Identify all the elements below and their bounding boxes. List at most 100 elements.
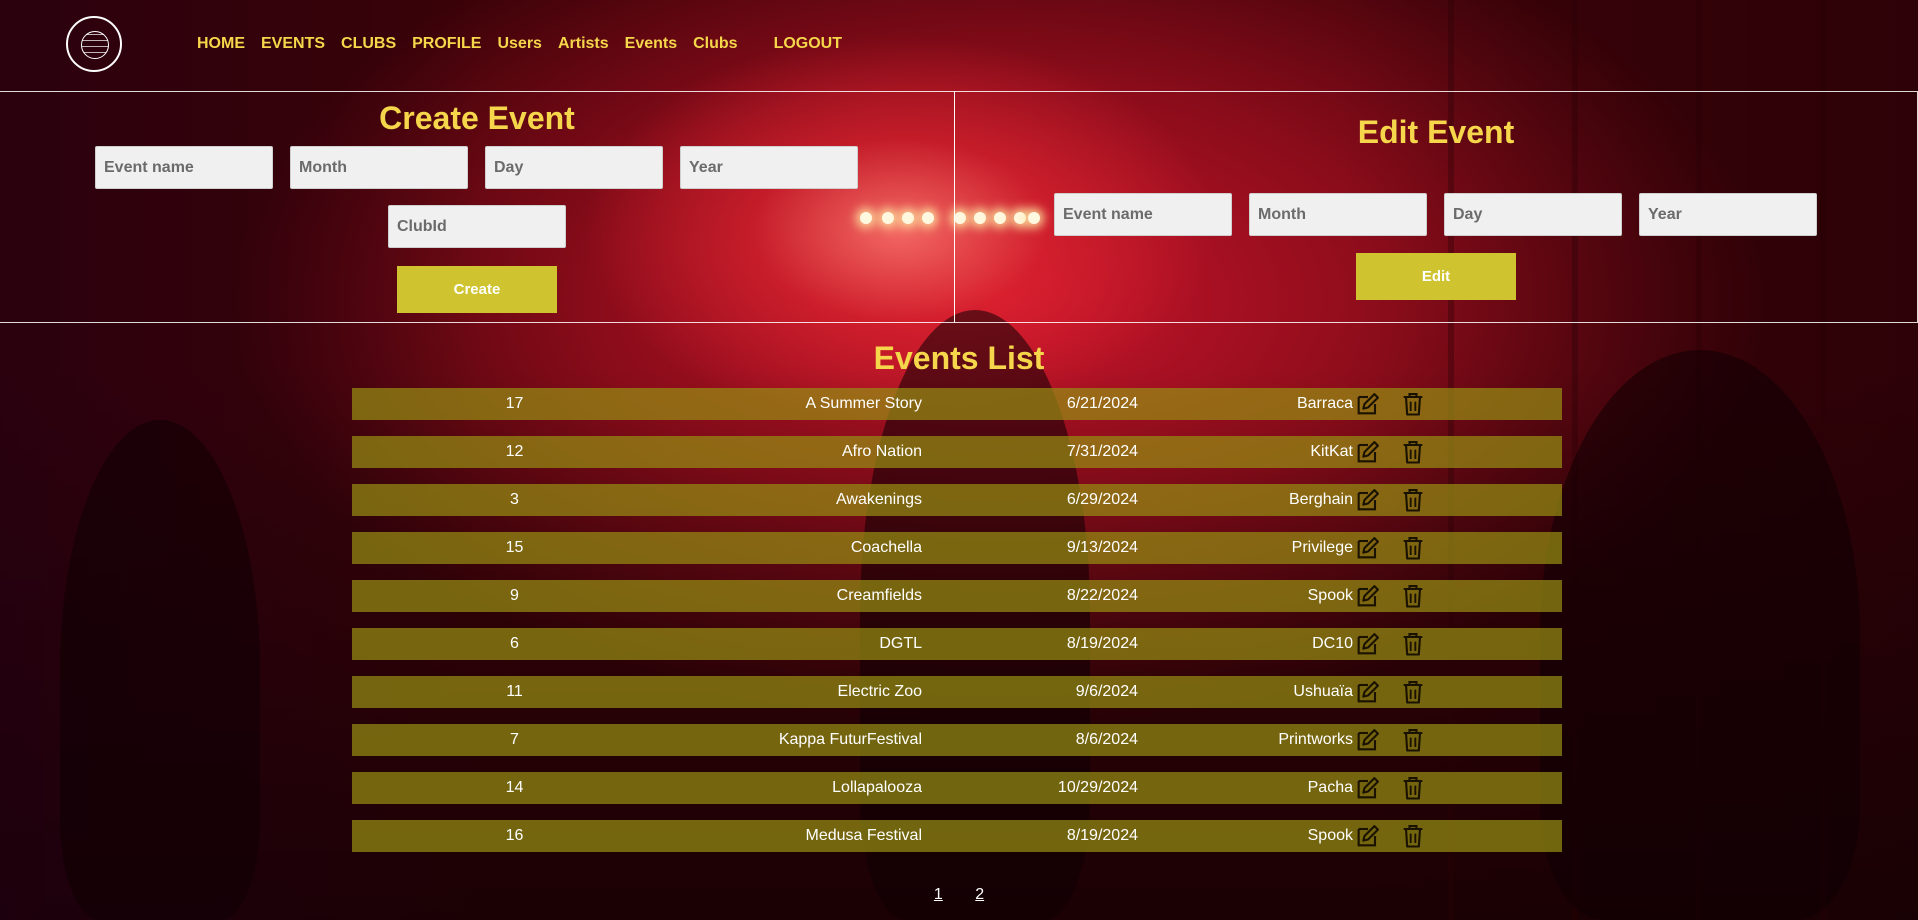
- create-year-input[interactable]: [680, 146, 858, 189]
- event-date: 6/29/2024: [1066, 491, 1138, 508]
- events-list-title: Events List: [873, 340, 1045, 376]
- create-event-title: Create Event: [379, 100, 575, 136]
- nav-admin-clubs[interactable]: Clubs: [693, 34, 737, 54]
- edit-year-input[interactable]: [1639, 193, 1817, 236]
- event-date: 6/21/2024: [1066, 395, 1138, 412]
- nav-admin-events[interactable]: Events: [625, 34, 677, 54]
- pagination: 1 2: [0, 886, 1918, 904]
- event-name: Awakenings: [836, 491, 922, 508]
- nav-admin-artists[interactable]: Artists: [558, 34, 609, 54]
- edit-icon[interactable]: [1354, 582, 1382, 610]
- event-row: 3 Awakenings 6/29/2024 Berghain: [352, 484, 1562, 516]
- event-date: 7/31/2024: [1066, 443, 1138, 460]
- edit-icon[interactable]: [1354, 534, 1382, 562]
- event-row: 7 Kappa FuturFestival 8/6/2024 Printwork…: [352, 724, 1562, 756]
- globe-logo[interactable]: [66, 16, 122, 72]
- event-name: Kappa FuturFestival: [778, 731, 922, 748]
- event-row: 16 Medusa Festival 8/19/2024 Spook: [352, 820, 1562, 852]
- event-date: 8/22/2024: [1066, 587, 1138, 604]
- event-date: 8/6/2024: [1075, 731, 1138, 748]
- event-id: 15: [505, 539, 524, 556]
- edit-month-input[interactable]: [1249, 193, 1427, 236]
- event-row: 15 Coachella 9/13/2024 Privilege: [352, 532, 1562, 564]
- create-month-input[interactable]: [290, 146, 468, 189]
- event-name: Medusa Festival: [805, 827, 923, 844]
- event-name: Lollapalooza: [832, 779, 922, 796]
- edit-icon[interactable]: [1354, 774, 1382, 802]
- nav-events[interactable]: EVENTS: [261, 34, 325, 54]
- edit-icon[interactable]: [1354, 630, 1382, 658]
- event-row: 9 Creamfields 8/22/2024 Spook: [352, 580, 1562, 612]
- edit-icon[interactable]: [1354, 486, 1382, 514]
- event-club: Printworks: [1278, 731, 1353, 748]
- event-date: 8/19/2024: [1066, 827, 1138, 844]
- event-name: DGTL: [879, 635, 922, 652]
- event-id: 14: [505, 779, 524, 796]
- main-nav: HOME EVENTS CLUBS PROFILE Users Artists …: [197, 34, 858, 54]
- trash-icon[interactable]: [1399, 630, 1427, 658]
- event-id: 12: [505, 443, 524, 460]
- edit-event-panel: Edit Event Edit: [954, 91, 1918, 323]
- event-id: 16: [505, 827, 524, 844]
- trash-icon[interactable]: [1399, 534, 1427, 562]
- event-name: A Summer Story: [805, 395, 922, 412]
- event-row: 11 Electric Zoo 9/6/2024 Ushuaïa: [352, 676, 1562, 708]
- event-club: KitKat: [1310, 443, 1353, 460]
- trash-icon[interactable]: [1399, 438, 1427, 466]
- event-id: 9: [510, 587, 519, 604]
- create-event-name-input[interactable]: [95, 146, 273, 189]
- top-navbar: HOME EVENTS CLUBS PROFILE Users Artists …: [0, 0, 1918, 90]
- event-id: 6: [510, 635, 519, 652]
- event-row: 17 A Summer Story 6/21/2024 Barraca: [352, 388, 1562, 420]
- edit-icon[interactable]: [1354, 438, 1382, 466]
- edit-icon[interactable]: [1354, 678, 1382, 706]
- event-row: 14 Lollapalooza 10/29/2024 Pacha: [352, 772, 1562, 804]
- event-name: Creamfields: [836, 587, 922, 604]
- create-day-input[interactable]: [485, 146, 663, 189]
- event-club: Pacha: [1307, 779, 1353, 796]
- background-silhouette: [1540, 350, 1860, 920]
- edit-event-title: Edit Event: [1357, 114, 1515, 150]
- background-silhouette: [60, 420, 260, 920]
- nav-profile[interactable]: PROFILE: [412, 34, 481, 54]
- event-id: 17: [505, 395, 524, 412]
- trash-icon[interactable]: [1399, 582, 1427, 610]
- event-club: Privilege: [1291, 539, 1353, 556]
- trash-icon[interactable]: [1399, 486, 1427, 514]
- event-name: Afro Nation: [841, 443, 922, 460]
- trash-icon[interactable]: [1399, 822, 1427, 850]
- edit-button[interactable]: Edit: [1356, 253, 1516, 300]
- trash-icon[interactable]: [1399, 678, 1427, 706]
- trash-icon[interactable]: [1399, 726, 1427, 754]
- event-club: Barraca: [1296, 395, 1353, 412]
- event-row: 12 Afro Nation 7/31/2024 KitKat: [352, 436, 1562, 468]
- event-row: 6 DGTL 8/19/2024 DC10: [352, 628, 1562, 660]
- edit-icon[interactable]: [1354, 390, 1382, 418]
- create-event-panel: Create Event Create: [0, 91, 955, 323]
- create-club-id-input[interactable]: [388, 205, 566, 248]
- event-date: 9/6/2024: [1075, 683, 1138, 700]
- create-button[interactable]: Create: [397, 266, 557, 313]
- event-name: Coachella: [850, 539, 922, 556]
- events-list: 17 A Summer Story 6/21/2024 Barraca 12 A…: [352, 388, 1562, 868]
- trash-icon[interactable]: [1399, 390, 1427, 418]
- edit-day-input[interactable]: [1444, 193, 1622, 236]
- event-club: Berghain: [1288, 491, 1353, 508]
- nav-home[interactable]: HOME: [197, 34, 245, 54]
- event-id: 11: [506, 683, 523, 700]
- edit-icon[interactable]: [1354, 726, 1382, 754]
- event-club: DC10: [1312, 635, 1353, 652]
- event-club: Spook: [1307, 587, 1353, 604]
- edit-icon[interactable]: [1354, 822, 1382, 850]
- event-id: 3: [510, 491, 519, 508]
- trash-icon[interactable]: [1399, 774, 1427, 802]
- edit-event-name-input[interactable]: [1054, 193, 1232, 236]
- logout-link[interactable]: LOGOUT: [774, 34, 842, 54]
- nav-clubs[interactable]: CLUBS: [341, 34, 396, 54]
- event-date: 8/19/2024: [1066, 635, 1138, 652]
- nav-admin-users[interactable]: Users: [497, 34, 541, 54]
- page-link-2[interactable]: 2: [975, 886, 984, 903]
- event-club: Ushuaïa: [1293, 683, 1353, 700]
- event-date: 10/29/2024: [1057, 779, 1138, 796]
- page-link-1[interactable]: 1: [934, 886, 943, 903]
